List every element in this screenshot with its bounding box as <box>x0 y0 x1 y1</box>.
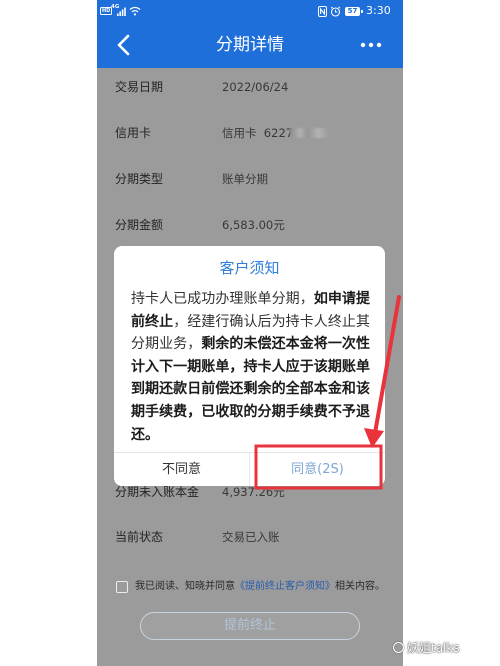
detail-row-installment-amount: 分期金额 6,583.00元 <box>97 202 403 248</box>
row-label: 分期金额 <box>115 218 164 232</box>
early-termination-button[interactable]: 提前终止 <box>140 612 360 640</box>
dialog-actions: 不同意 同意(2S) <box>114 452 385 486</box>
row-value: 账单分期 <box>222 172 268 186</box>
battery-icon: 57 <box>345 6 363 16</box>
dialog-body: 持卡人已成功办理账单分期，如申请提前终止，经建行确认后为持卡人终止其分期业务，剩… <box>131 288 370 446</box>
detail-row-credit-card: 信用卡 信用卡 6227 <box>97 110 403 156</box>
disagree-button[interactable]: 不同意 <box>114 453 250 486</box>
status-bar: HD 4G 57 3:30 <box>97 0 403 22</box>
row-label: 当前状态 <box>115 530 164 544</box>
status-time: 3:30 <box>366 4 391 17</box>
page-title: 分期详情 <box>216 35 284 55</box>
app-header: 分期详情 <box>97 22 403 68</box>
detail-row-installment-type: 分期类型 账单分期 <box>97 156 403 202</box>
detail-row-current-status: 当前状态 交易已入账 <box>97 515 403 560</box>
detail-list-top: 交易日期 2022/06/24 信用卡 信用卡 6227 分期类型 账单分期 分… <box>97 64 403 248</box>
phone-screen: HD 4G 57 3:30 分期详情 交易日期 2022/06/24 信用卡 信… <box>97 0 403 666</box>
alarm-icon <box>330 6 341 17</box>
back-button[interactable] <box>113 33 135 57</box>
row-value: 交易已入账 <box>222 530 280 544</box>
agreement-suffix: 相关内容。 <box>335 581 385 592</box>
agreement-prefix: 我已阅读、知晓并同意 <box>135 581 235 592</box>
watermark-text: 妖姐talks <box>407 640 460 655</box>
agreement-checkbox[interactable] <box>116 581 128 593</box>
agreement-row: 我已阅读、知晓并同意《提前终止客户须知》相关内容。 <box>97 579 403 595</box>
watermark-logo-icon <box>393 641 404 653</box>
more-dots-icon <box>360 42 382 48</box>
agreement-text: 我已阅读、知晓并同意《提前终止客户须知》相关内容。 <box>135 579 385 595</box>
masked-card-digits <box>290 128 330 138</box>
customer-notice-dialog: 客户须知 持卡人已成功办理账单分期，如申请提前终止，经建行确认后为持卡人终止其分… <box>114 246 385 486</box>
nfc-icon <box>318 6 327 17</box>
row-label: 分期类型 <box>115 172 164 186</box>
chevron-left-icon <box>117 34 130 56</box>
wifi-icon <box>129 6 141 16</box>
dialog-title: 客户须知 <box>219 259 280 277</box>
detail-row-transaction-date: 交易日期 2022/06/24 <box>97 64 403 110</box>
row-label: 交易日期 <box>115 80 164 94</box>
agree-button[interactable]: 同意(2S) <box>250 453 385 486</box>
more-menu-button[interactable] <box>359 38 385 52</box>
watermark: 妖姐talks <box>393 638 460 656</box>
row-value: 6,583.00元 <box>222 218 285 232</box>
row-label: 信用卡 <box>115 126 152 140</box>
row-value: 信用卡 6227 <box>222 126 294 140</box>
battery-level: 57 <box>347 6 358 15</box>
row-value: 2022/06/24 <box>222 80 289 94</box>
dialog-body-text: 持卡人已成功办理账单分期， <box>131 291 314 307</box>
notice-link[interactable]: 《提前终止客户须知》 <box>235 581 335 592</box>
signal-icon <box>117 7 126 16</box>
